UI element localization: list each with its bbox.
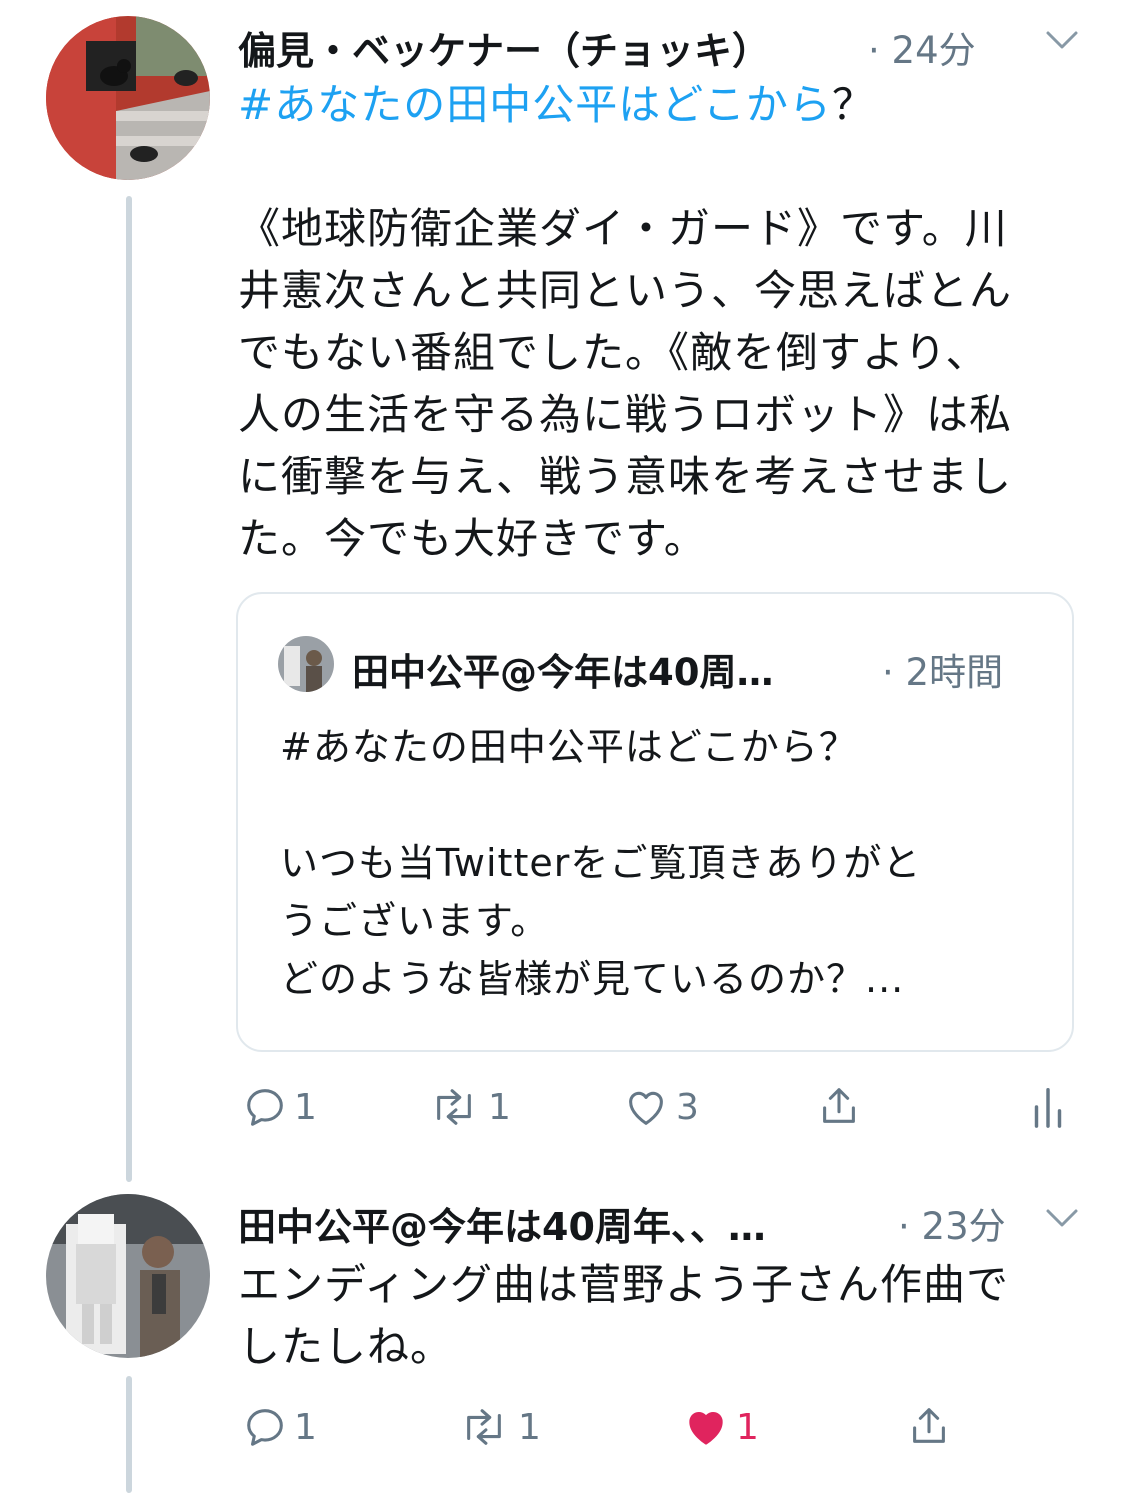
share-button[interactable] <box>816 1082 862 1130</box>
thread-connector-line <box>126 196 132 1182</box>
chevron-down-icon[interactable] <box>1042 1198 1082 1238</box>
tweet2-author-name[interactable]: 田中公平@今年は40周年、、… <box>238 1196 766 1251</box>
like-count: 3 <box>676 1086 699 1128</box>
tweet1-line: 人の生活を守る為に戦うロボット》は私 <box>238 390 1013 439</box>
reply-icon <box>247 1089 283 1126</box>
retweet-count: 1 <box>488 1086 511 1128</box>
tweet1-timestamp[interactable]: · 24分 <box>868 20 976 74</box>
quoted-line: いつも当Twitterをご覧頂きありがと <box>280 841 922 885</box>
tweet1-line: 井憲次さんと共同という、今思えばとん <box>238 266 1013 315</box>
thread-connector-line <box>126 1376 132 1493</box>
retweet-button[interactable]: 1 <box>456 1404 541 1450</box>
quoted-line: #あなたの田中公平はどこから？ <box>280 725 858 769</box>
reply-icon <box>247 1409 283 1446</box>
avatar-tweet1-author[interactable] <box>46 16 210 180</box>
quoted-tweet-card[interactable]: 田中公平@今年は40周… · 2時間 #あなたの田中公平はどこから？ いつも当T… <box>236 592 1074 1052</box>
like-count: 1 <box>736 1406 759 1448</box>
quoted-author-name: 田中公平@今年は40周… <box>352 651 774 694</box>
share-icon <box>823 1088 855 1123</box>
retweet-button[interactable]: 1 <box>426 1084 511 1130</box>
avatar-tweet2-author[interactable] <box>46 1194 210 1358</box>
analytics-icon <box>1034 1088 1062 1128</box>
like-icon <box>629 1091 663 1125</box>
hashtag-link[interactable]: #あなたの田中公平はどこから <box>238 80 832 129</box>
avatar-image <box>46 16 210 180</box>
tweet2-body: エンディング曲は菅野よう子さん作曲で したしね。 <box>238 1254 1078 1378</box>
share-icon <box>913 1408 945 1443</box>
tweet2-line: したしね。 <box>238 1322 454 1371</box>
retweet-icon <box>467 1409 501 1445</box>
chevron-down-icon[interactable] <box>1042 20 1082 60</box>
reply-button[interactable]: 1 <box>242 1084 317 1130</box>
quoted-line: うございます。 <box>280 899 550 943</box>
reply-count: 1 <box>294 1406 317 1448</box>
retweet-count: 1 <box>518 1406 541 1448</box>
share-button[interactable] <box>906 1402 952 1450</box>
quoted-line: どのような皆様が見ているのか？... <box>280 957 905 1001</box>
quoted-author-avatar <box>278 636 334 692</box>
tweet1-line: に衝撃を与え、戦う意味を考えさせまし <box>238 452 1013 501</box>
tweet1-body: #あなたの田中公平はどこから？ 《地球防衛企業ダイ・ガード》です。川 井憲次さん… <box>238 74 1078 570</box>
analytics-button[interactable] <box>1030 1084 1066 1130</box>
hashtag-suffix: ？ <box>831 80 875 129</box>
like-button-active[interactable]: 1 <box>682 1404 759 1450</box>
quoted-timestamp: · 2時間 <box>882 651 1004 694</box>
tweet2-line: エンディング曲は菅野よう子さん作曲で <box>238 1260 1010 1309</box>
tweet1-line: た。今でも大好きです。 <box>238 514 707 563</box>
like-button[interactable]: 3 <box>622 1084 699 1130</box>
reply-count: 1 <box>294 1086 317 1128</box>
tweet2-timestamp[interactable]: · 23分 <box>898 1196 1006 1250</box>
avatar-image <box>46 1194 210 1358</box>
retweet-icon <box>437 1089 471 1125</box>
like-icon <box>689 1412 723 1445</box>
tweet1-line: でもない番組でした。《敵を倒すより、 <box>238 328 989 377</box>
quoted-body: #あなたの田中公平はどこから？ いつも当Twitterをご覧頂きありがと うござ… <box>280 718 1040 1008</box>
reply-button[interactable]: 1 <box>242 1404 317 1450</box>
tweet1-line: 《地球防衛企業ダイ・ガード》です。川 <box>238 204 1008 253</box>
tweet1-author-name[interactable]: 偏見・ベッケナー（チョッキ） <box>238 20 770 75</box>
